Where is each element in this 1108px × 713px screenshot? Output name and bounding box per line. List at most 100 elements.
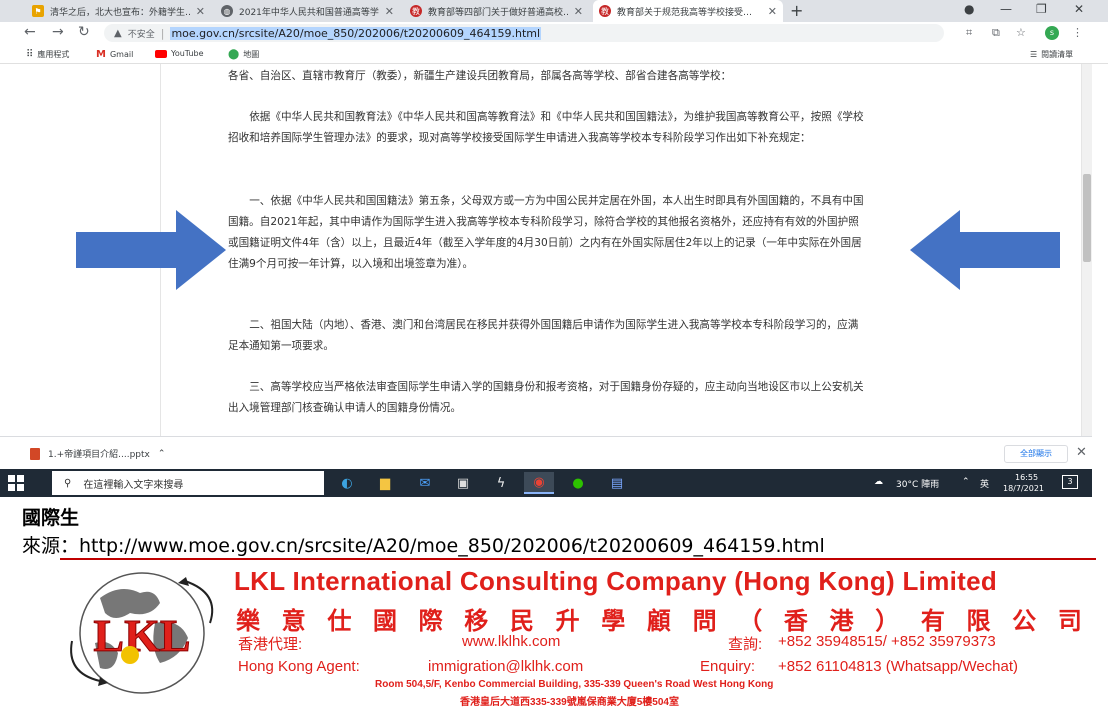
security-label[interactable]: 不安全 [128, 27, 155, 40]
minimize-button[interactable]: — [1000, 2, 1012, 16]
company-name-zh-char: 限 [966, 607, 991, 635]
reading-list[interactable]: ☰ 閱讀清單 [1030, 49, 1073, 60]
company-name-zh-char: 移 [464, 607, 489, 635]
warning-icon[interactable]: ▲ [114, 28, 122, 39]
phone-numbers: +852 35948515/ +852 35979373 [778, 633, 996, 650]
hk-agent-label-en: Hong Kong Agent: [238, 658, 360, 675]
bookmark-youtube[interactable]: YouTube [155, 49, 204, 58]
ime-indicator[interactable]: 英 [980, 477, 989, 490]
maps-pin-icon: ⬤ [228, 49, 240, 60]
close-tab-icon[interactable]: ✕ [385, 5, 394, 18]
file-explorer-icon[interactable]: ▆ [370, 472, 400, 494]
tab-title: 2021年中华人民共和国普通高等学… [239, 7, 379, 18]
bookmark-gmail[interactable]: M Gmail [96, 49, 133, 60]
reload-icon[interactable]: ↻ [78, 24, 90, 40]
wechat-icon[interactable]: ● [563, 472, 593, 494]
power-automate-icon[interactable]: ϟ [486, 472, 516, 494]
tab-title: 清华之后，北大也宣布：外籍学生… [50, 7, 190, 18]
salutation-paragraph: 各省、自治区、直辖市教育厅（教委），新疆生产建设兵团教育局，部属各高等学校、部省… [228, 70, 732, 82]
bookmark-star-icon[interactable]: ☆ [1016, 26, 1026, 39]
company-name-zh-char: 升 [555, 607, 580, 635]
menu-dots-icon[interactable]: ⋮ [1072, 26, 1083, 39]
url-text[interactable]: moe.gov.cn/srcsite/A20/moe_850/202006/t2… [170, 26, 542, 40]
browser-tab-3[interactable]: 教 教育部等四部门关于做好普通高校… ✕ [404, 0, 589, 22]
website-link[interactable]: www.lklhk.com [462, 633, 560, 650]
profile-avatar[interactable]: s [1045, 26, 1059, 40]
clause-3-paragraph: 三、高等学校应当严格依法审查国际学生申请入学的国籍身份和报考资格，对于国籍身份存… [228, 381, 864, 414]
clock-time[interactable]: 16:55 [1015, 473, 1038, 482]
company-name-zh-char: 公 [1012, 607, 1037, 635]
address-en: Room 504,5/F, Kenbo Commercial Building,… [375, 679, 774, 690]
company-name-zh-char: 顧 [646, 607, 671, 635]
taskbar-search-input[interactable]: ⚲ 在這裡輸入文字來搜尋 [52, 471, 324, 495]
bookmark-maps[interactable]: ⬤ 地圖 [228, 49, 259, 60]
lkl-globe-logo: LKL [70, 572, 214, 694]
browser-toolbar: ← → ↻ ▲ 不安全 | moe.gov.cn/srcsite/A20/moe… [0, 22, 1108, 44]
restore-button[interactable]: ❐ [1036, 2, 1047, 16]
back-arrow-icon[interactable]: ← [24, 24, 36, 40]
company-name-zh-char: 香 [783, 607, 808, 635]
close-window-button[interactable]: ✕ [1074, 2, 1084, 16]
scrollbar-thumb[interactable] [1083, 174, 1091, 262]
tab-search-icon[interactable]: ● [964, 2, 974, 16]
edge-icon[interactable]: ◐ [332, 472, 362, 494]
moe-emblem-icon: 教 [599, 5, 611, 17]
store-icon[interactable]: ▣ [448, 472, 478, 494]
browser-tab-1[interactable]: ⚑ 清华之后，北大也宣布：外籍学生… ✕ [26, 0, 211, 22]
forward-arrow-icon[interactable]: → [52, 24, 64, 40]
company-name-en: LKL International Consulting Company (Ho… [234, 566, 998, 596]
bookmarks-bar: ⠿ 應用程式 M Gmail YouTube ⬤ 地圖 ☰ 閱讀清單 [0, 44, 1108, 64]
download-bar: 1.+帝謹項目介紹....pptx ⌃ 全部顯示 ✕ [0, 436, 1092, 469]
search-icon: ⚲ [64, 477, 72, 489]
mail-icon[interactable]: ✉ [410, 472, 440, 494]
browser-tab-2[interactable]: ◍ 2021年中华人民共和国普通高等学… ✕ [215, 0, 400, 22]
download-item[interactable]: 1.+帝謹項目介紹....pptx ⌃ [30, 447, 165, 460]
source-url[interactable]: http://www.moe.gov.cn/srcsite/A20/moe_85… [79, 535, 825, 557]
email-link[interactable]: immigration@lklhk.com [428, 658, 583, 675]
company-name-zh-char: 問 [692, 607, 717, 635]
company-name-zh-char: ） [875, 607, 900, 635]
close-download-bar-icon[interactable]: ✕ [1076, 445, 1087, 460]
weather-icon[interactable]: ☁ [874, 477, 883, 487]
clause-1-paragraph: 一、依据《中华人民共和国国籍法》第五条，父母双方或一方为中国公民并定居在外国，本… [228, 195, 864, 270]
bookmark-apps[interactable]: ⠿ 應用程式 [26, 49, 69, 60]
bookmark-label: 應用程式 [37, 50, 70, 59]
company-name-zh: 樂 意 仕 國 際 移 民 升 學 顧 問 （ 香 港 ） 有 限 公 司 [236, 601, 1082, 636]
notification-badge[interactable]: 3 [1062, 475, 1078, 489]
browser-tab-strip: ⚑ 清华之后，北大也宣布：外籍学生… ✕ ◍ 2021年中华人民共和国普通高等学… [0, 0, 1108, 22]
reading-list-icon: ☰ [1030, 50, 1038, 59]
company-name-zh-char: 樂 [236, 607, 260, 635]
show-all-button[interactable]: 全部顯示 [1004, 445, 1068, 463]
bookmark-label: 地圖 [243, 50, 260, 59]
weather-text[interactable]: 30°C 陣雨 [896, 477, 939, 490]
apps-grid-icon: ⠿ [26, 49, 34, 60]
moe-emblem-icon: 教 [410, 5, 422, 17]
install-icon[interactable]: ⧉ [992, 26, 1000, 40]
windows-start-icon[interactable] [8, 475, 24, 491]
company-name-zh-char: 國 [372, 607, 397, 635]
footer-divider [60, 558, 1096, 560]
tab-title: 教育部等四部门关于做好普通高校… [428, 7, 568, 18]
caption-title: 國際生 [22, 507, 80, 529]
browser-tab-4-active[interactable]: 教 教育部关于规范我高等学校接受… ✕ [593, 0, 783, 22]
page-scrollbar[interactable] [1082, 64, 1092, 436]
translate-icon[interactable]: ⌗ [966, 26, 972, 40]
chevron-up-icon[interactable]: ⌃ [158, 449, 166, 459]
pptx-file-icon [30, 447, 40, 460]
globe-icon: ◍ [221, 5, 233, 17]
chrome-icon[interactable]: ◉ [524, 472, 554, 494]
photo-app-icon[interactable]: ▤ [602, 472, 632, 494]
company-name-zh-char: 民 [509, 607, 534, 635]
download-file-name: 1.+帝謹項目介紹....pptx [48, 450, 150, 460]
close-tab-icon[interactable]: ✕ [574, 5, 583, 18]
address-bar[interactable]: ▲ 不安全 | moe.gov.cn/srcsite/A20/moe_850/2… [104, 24, 944, 42]
hk-agent-label-zh: 香港代理: [238, 636, 303, 653]
new-tab-button[interactable]: + [790, 1, 803, 20]
tab-title: 教育部关于规范我高等学校接受… [617, 7, 753, 18]
close-tab-icon[interactable]: ✕ [768, 5, 777, 18]
clock-date[interactable]: 18/7/2021 [1003, 484, 1044, 493]
close-tab-icon[interactable]: ✕ [196, 5, 205, 18]
gmail-icon: M [96, 49, 106, 60]
source-label: 來源： [22, 535, 80, 557]
chevron-up-tray-icon[interactable]: ⌃ [962, 477, 970, 487]
